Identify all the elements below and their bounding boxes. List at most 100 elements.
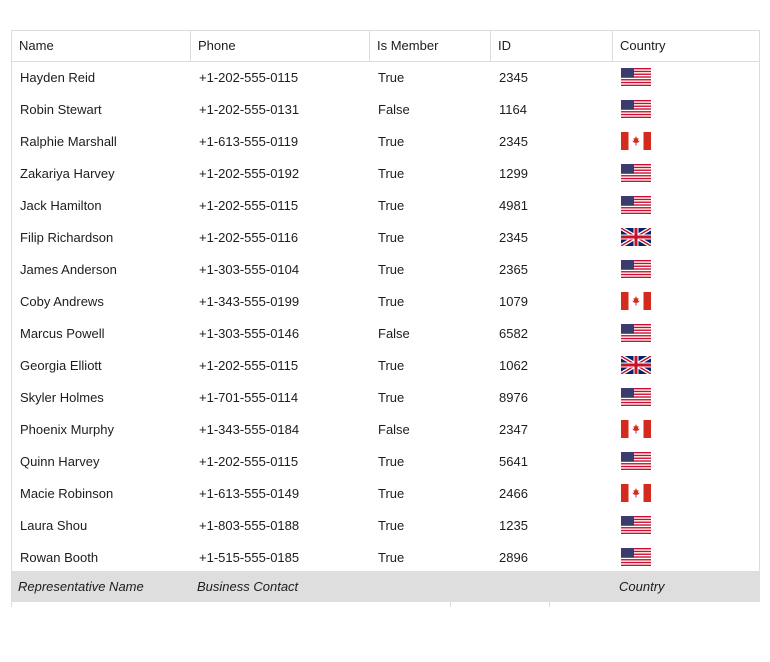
table-row[interactable]: Jack Hamilton +1-202-555-0115 True 4981 [12, 190, 759, 222]
cell-name: Macie Robinson [20, 486, 114, 501]
cell-name: Hayden Reid [20, 70, 96, 85]
column-header-id[interactable]: ID [491, 31, 613, 61]
cell-id: 8976 [499, 390, 528, 405]
cell-name: Skyler Holmes [20, 390, 104, 405]
us-flag-icon [621, 196, 651, 215]
canada-flag-icon [621, 292, 651, 311]
cell-phone: +1-613-555-0149 [199, 486, 300, 501]
table-row[interactable]: Ralphie Marshall +1-613-555-0119 True 2345 [12, 126, 759, 158]
cell-is-member: True [378, 454, 405, 469]
table-row[interactable]: Macie Robinson +1-613-555-0149 True 2466 [12, 478, 759, 510]
cell-is-member: True [378, 262, 405, 277]
cell-phone: +1-202-555-0131 [199, 102, 300, 117]
canada-flag-icon [621, 420, 651, 439]
cell-is-member: True [378, 230, 405, 245]
table-row[interactable]: Hayden Reid +1-202-555-0115 True 2345 [12, 62, 759, 94]
table-row[interactable]: Filip Richardson +1-202-555-0116 True 2345 [12, 222, 759, 254]
table-row[interactable]: Zakariya Harvey +1-202-555-0192 True 1299 [12, 158, 759, 190]
us-flag-icon [621, 516, 651, 535]
cell-country [613, 414, 759, 446]
cell-country [613, 254, 759, 286]
cell-id: 2345 [499, 134, 528, 149]
grid-footer: Representative Name Business Contact Cou… [11, 571, 760, 602]
column-divider [450, 602, 451, 607]
column-header-phone[interactable]: Phone [191, 31, 370, 61]
cell-name: Coby Andrews [20, 294, 104, 309]
footer-is-member [369, 571, 490, 602]
cell-name: Ralphie Marshall [20, 134, 117, 149]
us-flag-icon [621, 260, 651, 279]
cell-is-member: False [378, 102, 410, 117]
cell-country [613, 126, 759, 158]
cell-country [613, 478, 759, 510]
cell-id: 4981 [499, 198, 528, 213]
us-flag-icon [621, 388, 651, 407]
cell-id: 2347 [499, 422, 528, 437]
uk-flag-icon [621, 356, 651, 375]
table-row[interactable]: Coby Andrews +1-343-555-0199 True 1079 [12, 286, 759, 318]
cell-name: Zakariya Harvey [20, 166, 115, 181]
cell-is-member: True [378, 166, 405, 181]
cell-country [613, 510, 759, 542]
cell-name: Robin Stewart [20, 102, 102, 117]
column-header-is-member[interactable]: Is Member [370, 31, 491, 61]
cell-phone: +1-515-555-0185 [199, 550, 300, 565]
cell-name: Georgia Elliott [20, 358, 102, 373]
table-row[interactable]: Skyler Holmes +1-701-555-0114 True 8976 [12, 382, 759, 414]
column-header-country[interactable]: Country [613, 31, 759, 61]
grid-header: Name Phone Is Member ID Country [12, 31, 759, 62]
column-header-name[interactable]: Name [12, 31, 191, 61]
cell-phone: +1-202-555-0192 [199, 166, 300, 181]
cell-id: 1164 [499, 102, 527, 117]
cell-phone: +1-701-555-0114 [199, 390, 299, 405]
canada-flag-icon [621, 484, 651, 503]
table-row[interactable]: Georgia Elliott +1-202-555-0115 True 1062 [12, 350, 759, 382]
cell-phone: +1-202-555-0116 [199, 230, 299, 245]
cell-phone: +1-202-555-0115 [199, 454, 299, 469]
uk-flag-icon [621, 228, 651, 247]
cell-name: Marcus Powell [20, 326, 105, 341]
cell-country [613, 350, 759, 382]
table-row[interactable]: James Anderson +1-303-555-0104 True 2365 [12, 254, 759, 286]
table-row[interactable]: Laura Shou +1-803-555-0188 True 1235 [12, 510, 759, 542]
cell-country [613, 158, 759, 190]
cell-is-member: True [378, 390, 405, 405]
cell-is-member: True [378, 358, 405, 373]
cell-is-member: True [378, 198, 405, 213]
cell-id: 5641 [499, 454, 528, 469]
column-divider [549, 602, 550, 607]
us-flag-icon [621, 324, 651, 343]
cell-id: 2345 [499, 70, 528, 85]
footer-name: Representative Name [18, 579, 144, 594]
table-row[interactable]: Phoenix Murphy +1-343-555-0184 False 2347 [12, 414, 759, 446]
cell-name: Quinn Harvey [20, 454, 100, 469]
cell-is-member: True [378, 70, 405, 85]
cell-phone: +1-202-555-0115 [199, 70, 299, 85]
cell-phone: +1-343-555-0184 [199, 422, 300, 437]
us-flag-icon [621, 452, 651, 471]
cell-phone: +1-613-555-0119 [199, 134, 299, 149]
cell-is-member: True [378, 518, 405, 533]
cell-is-member: True [378, 134, 405, 149]
cell-name: Laura Shou [20, 518, 88, 533]
cell-country [613, 542, 759, 574]
table-row[interactable]: Robin Stewart +1-202-555-0131 False 1164 [12, 94, 759, 126]
cell-name: Rowan Booth [20, 550, 99, 565]
cell-is-member: True [378, 550, 405, 565]
cell-country [613, 94, 759, 126]
cell-country [613, 190, 759, 222]
cell-country [613, 62, 759, 94]
table-row[interactable]: Rowan Booth +1-515-555-0185 True 2896 [12, 542, 759, 574]
cell-id: 1299 [499, 166, 528, 181]
cell-country [613, 286, 759, 318]
cell-id: 2345 [499, 230, 528, 245]
us-flag-icon [621, 548, 651, 567]
footer-country: Country [619, 579, 665, 594]
us-flag-icon [621, 164, 651, 183]
cell-country [613, 382, 759, 414]
table-row[interactable]: Marcus Powell +1-303-555-0146 False 6582 [12, 318, 759, 350]
cell-phone: +1-343-555-0199 [199, 294, 300, 309]
cell-is-member: False [378, 326, 410, 341]
table-row[interactable]: Quinn Harvey +1-202-555-0115 True 5641 [12, 446, 759, 478]
cell-phone: +1-303-555-0146 [199, 326, 300, 341]
